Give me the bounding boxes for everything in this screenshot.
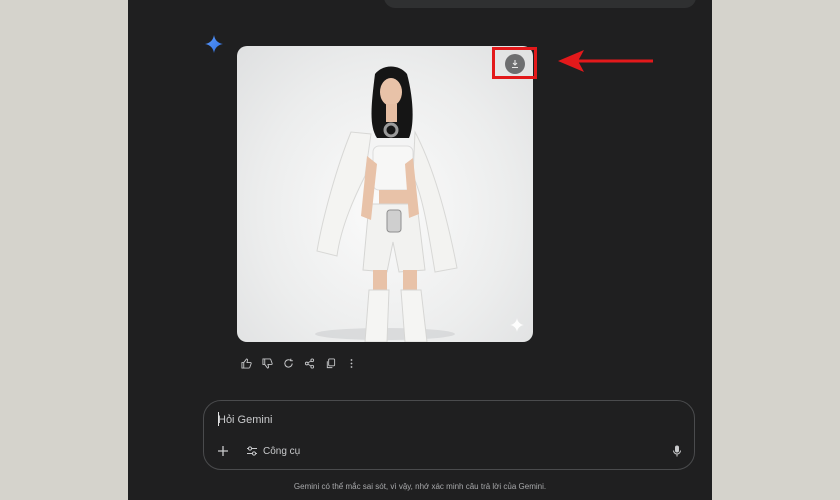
more-icon (350, 358, 353, 368)
microphone-icon[interactable] (671, 445, 683, 457)
tools-label: Công cụ (263, 445, 301, 457)
thumbs-up-button[interactable] (236, 356, 257, 370)
plus-icon (218, 446, 228, 456)
prompt-input[interactable] (218, 412, 658, 428)
copy-icon (326, 357, 336, 368)
more-options-button[interactable] (341, 356, 362, 370)
share-icon (304, 357, 315, 369)
user-message-bubble (384, 0, 696, 8)
prompt-composer: Công cụ (203, 400, 695, 470)
generated-image[interactable] (237, 46, 533, 342)
disclaimer-text: Gemini có thể mắc sai sót, vì vậy, nhớ x… (293, 482, 547, 491)
thumbs-down-icon (262, 357, 273, 369)
regenerate-button[interactable] (278, 356, 299, 370)
text-caret (218, 412, 219, 426)
regenerate-icon (284, 358, 293, 368)
tools-button[interactable]: Công cụ (246, 444, 300, 458)
copy-button[interactable] (320, 356, 341, 370)
thumbs-up-icon (241, 357, 252, 369)
generated-image-content (315, 66, 458, 342)
annotation-arrow-icon (558, 50, 653, 72)
annotation-highlight-box (492, 47, 537, 79)
add-attachment-button[interactable] (214, 442, 232, 460)
thumbs-down-button[interactable] (257, 356, 278, 370)
image-watermark-sparkle-icon (510, 318, 524, 332)
tools-sliders-icon (247, 446, 257, 456)
share-button[interactable] (299, 356, 320, 370)
response-action-bar (236, 356, 362, 370)
gemini-sparkle-icon (205, 35, 223, 53)
